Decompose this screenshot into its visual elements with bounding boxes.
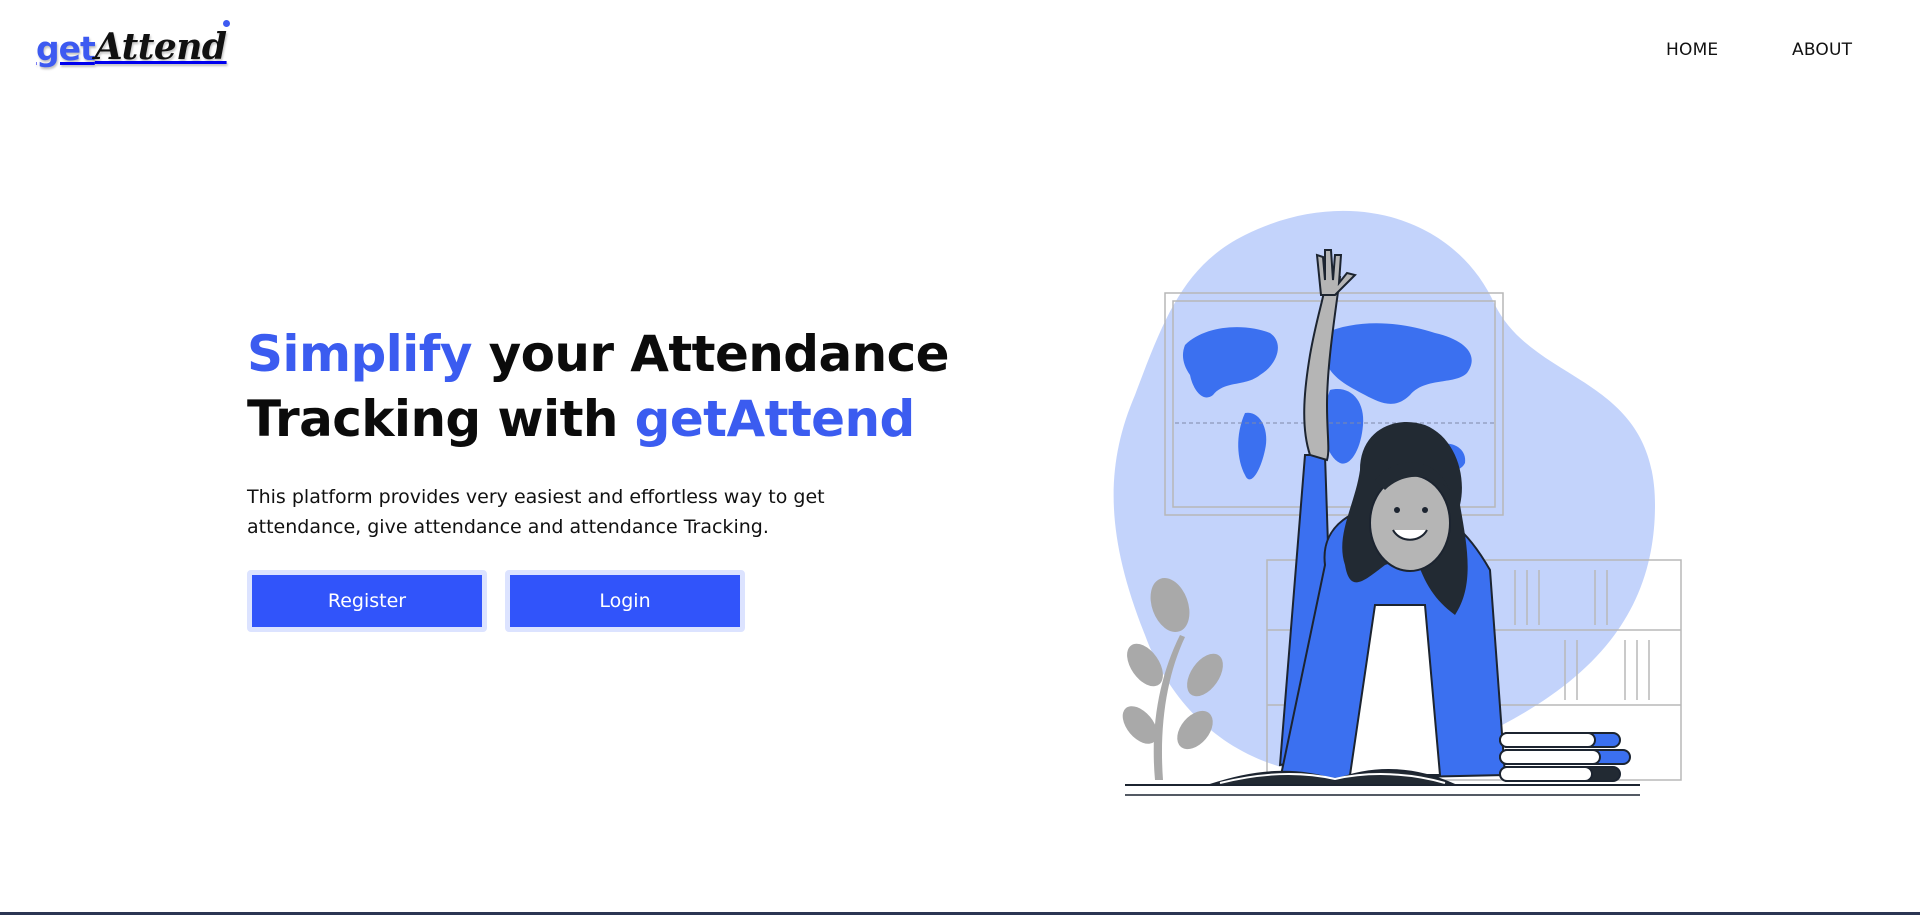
- logo-attend-text: Attend: [94, 26, 227, 68]
- hero-buttons: Register Login: [247, 570, 987, 632]
- login-button-label: Login: [599, 590, 651, 612]
- hero-section: Simplify your Attendance Tracking with g…: [247, 322, 987, 632]
- register-button[interactable]: Register: [247, 570, 487, 632]
- nav-about-link[interactable]: ABOUT: [1792, 40, 1852, 60]
- logo-dot: [222, 20, 230, 27]
- logo-get-text: get: [36, 29, 96, 68]
- hero-description: This platform provides very easiest and …: [247, 486, 825, 538]
- headline-accent-getattend: getAttend: [634, 390, 916, 448]
- student-raising-hand-illustration: [1113, 210, 1682, 796]
- headline-text-1: your Attendance: [471, 325, 950, 383]
- login-button[interactable]: Login: [505, 570, 745, 632]
- nav-home-link[interactable]: HOME: [1666, 40, 1718, 60]
- hero-headline: Simplify your Attendance Tracking with g…: [247, 322, 987, 452]
- logo[interactable]: get Attend: [36, 20, 230, 68]
- book-stack: [1499, 732, 1631, 782]
- headline-accent-simplify: Simplify: [247, 325, 472, 383]
- register-button-label: Register: [327, 590, 407, 612]
- headline-text-2: Tracking with: [247, 390, 635, 448]
